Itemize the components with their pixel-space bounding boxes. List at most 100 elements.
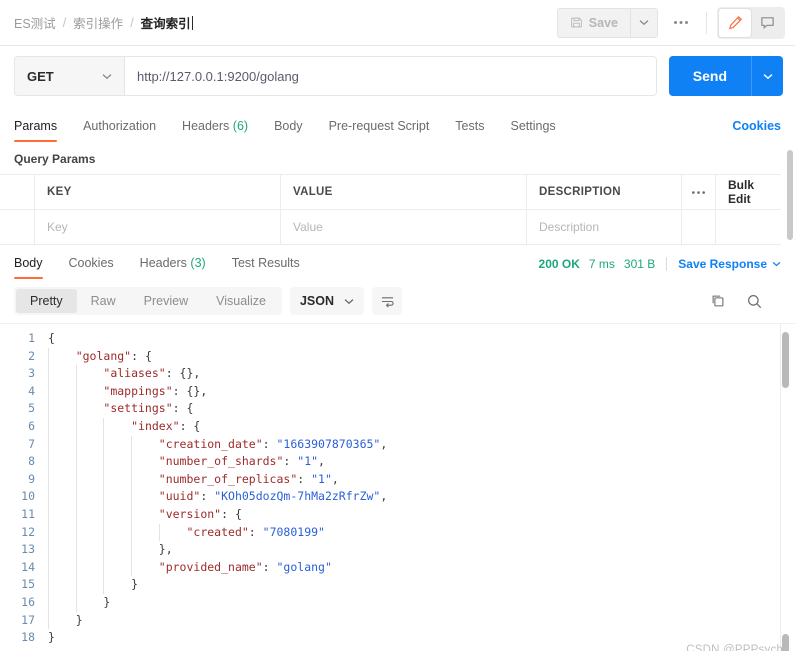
request-url-value: http://127.0.0.1:9200/golang [137, 68, 299, 84]
breadcrumb-item-collection[interactable]: ES测试 [14, 13, 56, 32]
response-tab-cookies[interactable]: Cookies [69, 256, 114, 279]
line-number: 2 [28, 348, 35, 363]
search-icon[interactable] [746, 293, 763, 310]
indent-guide [48, 347, 49, 630]
code-line: 17 } [0, 612, 795, 630]
token-key: "number_of_shards" [158, 454, 284, 469]
tab-tests[interactable]: Tests [455, 119, 484, 142]
send-options-button[interactable] [751, 56, 783, 96]
code-line: 3 "aliases": {}, [0, 365, 795, 383]
code-line: 6 "index": { [0, 418, 795, 436]
bulk-edit-button[interactable]: Bulk Edit [716, 175, 781, 209]
code-scrollbar-thumb[interactable] [782, 332, 789, 388]
tab-headers[interactable]: Headers (6) [182, 119, 248, 142]
line-number: 14 [21, 559, 35, 574]
tab-label: Pre-request Script [328, 119, 430, 133]
view-mode-pretty[interactable]: Pretty [16, 289, 77, 313]
tab-settings[interactable]: Settings [510, 119, 555, 142]
tab-body[interactable]: Body [274, 119, 303, 142]
token-punc: , [380, 436, 388, 451]
token-key: "uuid" [158, 489, 201, 504]
send-button[interactable]: Send [668, 56, 751, 96]
page-scrollbar-thumb[interactable] [787, 150, 793, 240]
view-mode-visualize[interactable]: Visualize [202, 289, 280, 313]
response-tabs: Body Cookies Headers (3) Test Results 20… [0, 245, 795, 279]
code-line: 14 "provided_name": "golang" [0, 559, 795, 577]
tab-label: Cookies [68, 256, 114, 270]
token-str: "7080199" [262, 524, 325, 539]
response-format-value: JSON [299, 294, 334, 308]
http-method-value: GET [27, 68, 54, 84]
response-format-select[interactable]: JSON [289, 287, 364, 315]
line-number: 8 [28, 454, 35, 469]
save-button[interactable]: Save [556, 7, 630, 38]
response-size: 301 B [623, 257, 656, 271]
line-number: 13 [21, 542, 35, 557]
param-key-input[interactable]: Key [35, 210, 281, 244]
token-punc: } [48, 630, 55, 645]
row-checkbox-cell[interactable] [0, 210, 35, 244]
tab-params[interactable]: Params [14, 119, 58, 142]
meta-divider [666, 257, 668, 271]
token-key: "aliases" [103, 366, 166, 381]
token-key: "settings" [103, 401, 173, 416]
code-line: 16 } [0, 594, 795, 612]
line-content: "golang": { [48, 348, 152, 366]
code-line: 1{ [0, 330, 795, 348]
code-line: 7 "creation_date": "1663907870365", [0, 436, 795, 454]
line-content: "created": "7080199" [48, 524, 325, 542]
send-button-label: Send [692, 68, 727, 84]
comments-button[interactable] [751, 9, 783, 37]
word-wrap-button[interactable] [372, 287, 402, 315]
token-str: "1663907870365" [276, 436, 381, 451]
token-punc: , [380, 489, 388, 504]
response-tab-headers[interactable]: Headers (3) [140, 256, 206, 279]
token-punc: : { [221, 506, 242, 521]
request-url-input[interactable]: http://127.0.0.1:9200/golang [124, 56, 657, 96]
response-body-actions [710, 293, 781, 310]
ellipsis-icon [691, 190, 706, 195]
tab-pre-request-script[interactable]: Pre-request Script [329, 119, 430, 142]
table-header-row: KEY VALUE DESCRIPTION Bulk Edit [0, 175, 781, 210]
code-scrollbar-thumb-bottom[interactable] [782, 634, 789, 651]
code-line: 11 "version": { [0, 506, 795, 524]
copy-icon[interactable] [710, 293, 726, 309]
http-method-select[interactable]: GET [14, 56, 124, 96]
token-key: "number_of_replicas" [158, 471, 298, 486]
edit-mode-button[interactable] [719, 8, 751, 37]
token-key: "provided_name" [158, 559, 263, 574]
line-number: 16 [21, 594, 35, 609]
tab-label: Body [14, 256, 43, 270]
token-punc: , [331, 471, 339, 486]
column-header-key: KEY [35, 175, 281, 209]
tab-authorization[interactable]: Authorization [83, 119, 156, 142]
param-description-input[interactable]: Description [527, 210, 682, 244]
code-line: 5 "settings": { [0, 400, 795, 418]
token-key: "created" [186, 524, 249, 539]
line-content: "mappings": {}, [48, 383, 207, 401]
view-mode-preview[interactable]: Preview [130, 289, 202, 313]
more-options-button[interactable] [666, 8, 696, 38]
save-options-button[interactable] [630, 7, 658, 38]
breadcrumb-item-request[interactable]: 查询索引 [141, 13, 191, 32]
status-badge: 200 OK [538, 257, 580, 271]
line-content: "number_of_shards": "1", [48, 453, 325, 471]
view-mode-raw[interactable]: Raw [77, 289, 130, 313]
breadcrumb-item-folder[interactable]: 索引操作 [73, 13, 123, 32]
param-value-input[interactable]: Value [281, 210, 527, 244]
code-line: 18} [0, 629, 795, 647]
line-number: 6 [28, 418, 35, 433]
response-tab-test-results[interactable]: Test Results [232, 256, 300, 279]
postman-window: ES测试 / 索引操作 / 查询索引 Save GET http://127.0… [0, 0, 795, 651]
line-content: { [48, 330, 55, 348]
indent-guide [75, 365, 77, 612]
response-body-viewer[interactable]: 1{2 "golang": {3 "aliases": {}, 4 "mappin… [0, 323, 795, 651]
cookies-link[interactable]: Cookies [732, 119, 781, 142]
save-response-button[interactable]: Save Response [678, 257, 781, 271]
response-tab-body[interactable]: Body [14, 256, 43, 279]
indent-guide [103, 418, 105, 594]
line-content: }, [48, 541, 173, 559]
params-options-button[interactable] [682, 175, 716, 209]
token-str: "KOh05dozQm-7hMa2zRfrZw" [214, 489, 381, 504]
header-divider [706, 11, 707, 34]
